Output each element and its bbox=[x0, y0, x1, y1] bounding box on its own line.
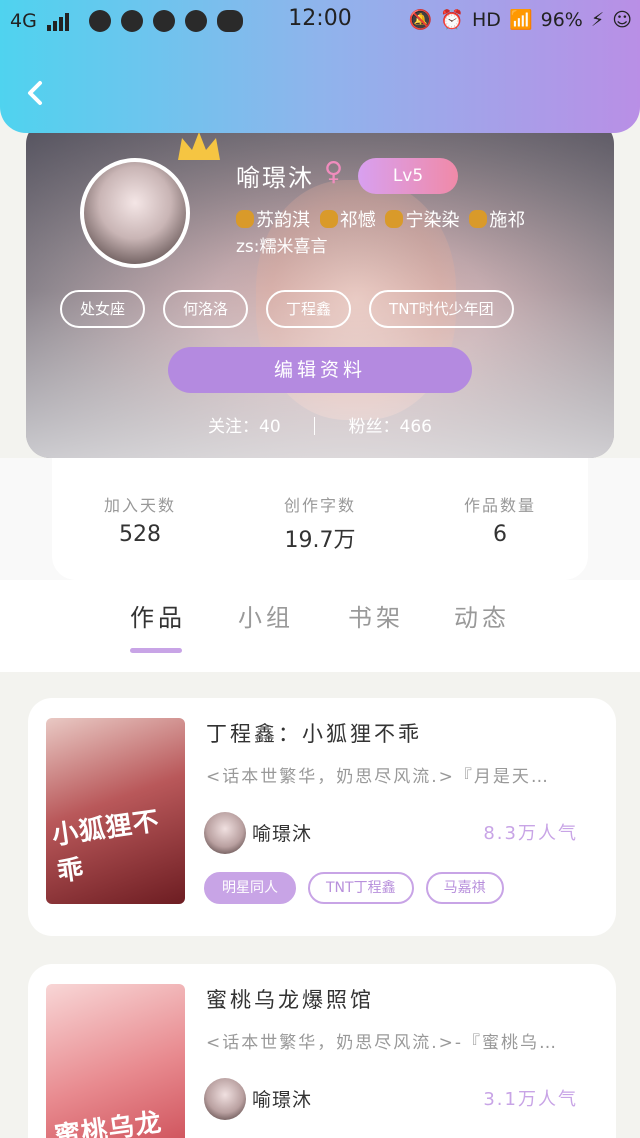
work-tags: 明星同人 TNT丁程鑫 马嘉祺 bbox=[204, 872, 504, 904]
work-tag[interactable]: 明星同人 bbox=[204, 872, 296, 904]
profile-tag[interactable]: 何洛洛 bbox=[163, 290, 249, 328]
stats-card: 加入天数 528 创作字数 19.7万 作品数量 6 bbox=[52, 458, 588, 580]
work-tag[interactable]: 马嘉祺 bbox=[425, 872, 504, 904]
friend-name[interactable]: 施祁 bbox=[489, 210, 525, 231]
book-cover[interactable]: 小狐狸不乖 bbox=[46, 718, 185, 904]
status-bar: 4G 12:00 🔕 ⏰ HD 📶 96% ⚡ ☺ bbox=[0, 0, 640, 42]
friends-list: 苏韵淇 祁憾 宁染染 施祁 bbox=[236, 206, 529, 232]
work-card[interactable]: 蜜桃乌龙 蜜桃乌龙爆照馆 <话本世繁华，奶思尽风流.>-『蜜桃乌… 喻璟沐 3.… bbox=[28, 964, 616, 1138]
profile-tag[interactable]: 丁程鑫 bbox=[266, 290, 352, 328]
crown-icon bbox=[178, 132, 220, 160]
tab-works[interactable]: 作品 bbox=[130, 598, 186, 633]
work-title[interactable]: 蜜桃乌龙爆照馆 bbox=[206, 984, 374, 1014]
battery-level: 96% bbox=[540, 8, 583, 31]
friend-name[interactable]: 宁染染 bbox=[405, 210, 459, 231]
wifi-icon: 📶 bbox=[508, 9, 533, 31]
tab-bookshelf[interactable]: 书架 bbox=[348, 598, 404, 633]
profile-card: 喻璟沐 ♀ Lv5 苏韵淇 祁憾 宁染染 施祁 zs:糯米喜言 处女座 何洛洛 … bbox=[26, 120, 614, 458]
profile-tag[interactable]: 处女座 bbox=[60, 290, 146, 328]
honey-pot-icon bbox=[385, 210, 404, 228]
bio-text: zs:糯米喜言 bbox=[236, 237, 328, 257]
author-avatar[interactable] bbox=[204, 812, 246, 854]
author-name[interactable]: 喻璟沐 bbox=[252, 1085, 312, 1112]
work-title[interactable]: 丁程鑫：小狐狸不乖 bbox=[206, 718, 422, 748]
avatar[interactable] bbox=[80, 158, 190, 268]
popularity-count: 3.1万人气 bbox=[483, 1089, 578, 1110]
popularity-count: 8.3万人气 bbox=[483, 823, 578, 844]
tab-groups[interactable]: 小组 bbox=[238, 598, 294, 633]
tab-bar: 作品 小组 书架 动态 bbox=[0, 580, 640, 672]
work-tag[interactable]: TNT丁程鑫 bbox=[308, 872, 414, 904]
profile-tags: 处女座 何洛洛 丁程鑫 TNT时代少年团 bbox=[60, 290, 514, 328]
author-avatar[interactable] bbox=[204, 1078, 246, 1120]
active-tab-indicator bbox=[130, 648, 182, 653]
back-button[interactable] bbox=[20, 78, 50, 108]
divider bbox=[314, 417, 316, 435]
stat-works: 作品数量 6 bbox=[463, 496, 536, 547]
cover-title: 小狐狸不乖 bbox=[50, 806, 162, 888]
tab-activity[interactable]: 动态 bbox=[454, 598, 510, 633]
friend-name[interactable]: 苏韵淇 bbox=[256, 210, 310, 231]
work-description: <话本世繁华，奶思尽风流.>『月是天… bbox=[206, 767, 550, 787]
follow-stats: 关注：40 粉丝：466 bbox=[26, 412, 614, 437]
followers-count[interactable]: 粉丝：466 bbox=[349, 417, 432, 437]
mute-icon: 🔕 bbox=[408, 9, 433, 31]
level-badge: Lv5 bbox=[358, 158, 458, 194]
cover-title: 蜜桃乌龙 bbox=[52, 1107, 164, 1138]
book-cover[interactable]: 蜜桃乌龙 bbox=[46, 984, 185, 1138]
hd-label: HD bbox=[472, 8, 501, 31]
honey-pot-icon bbox=[236, 210, 254, 228]
friend-name[interactable]: 祁憾 bbox=[340, 210, 376, 231]
edit-profile-button[interactable]: 编辑资料 bbox=[168, 347, 472, 393]
stat-days: 加入天数 528 bbox=[103, 496, 176, 547]
female-icon: ♀ bbox=[324, 157, 344, 187]
top-header: 4G 12:00 🔕 ⏰ HD 📶 96% ⚡ ☺ bbox=[0, 0, 640, 133]
work-card[interactable]: 小狐狸不乖 丁程鑫：小狐狸不乖 <话本世繁华，奶思尽风流.>『月是天… 喻璟沐 … bbox=[28, 698, 616, 936]
author-name[interactable]: 喻璟沐 bbox=[252, 819, 312, 846]
stat-words: 创作字数 19.7万 bbox=[283, 496, 356, 553]
app-icon: ☺ bbox=[612, 8, 632, 31]
profile-tag[interactable]: TNT时代少年团 bbox=[369, 290, 514, 328]
honey-pot-icon bbox=[469, 210, 488, 228]
work-description: <话本世繁华，奶思尽风流.>-『蜜桃乌… bbox=[206, 1033, 559, 1053]
chevron-left-icon bbox=[28, 81, 42, 105]
charging-icon: ⚡ bbox=[590, 8, 605, 31]
honey-pot-icon bbox=[319, 210, 338, 228]
following-count[interactable]: 关注：40 bbox=[208, 417, 281, 437]
username: 喻璟沐 bbox=[236, 165, 314, 192]
alarm-icon: ⏰ bbox=[440, 9, 465, 31]
